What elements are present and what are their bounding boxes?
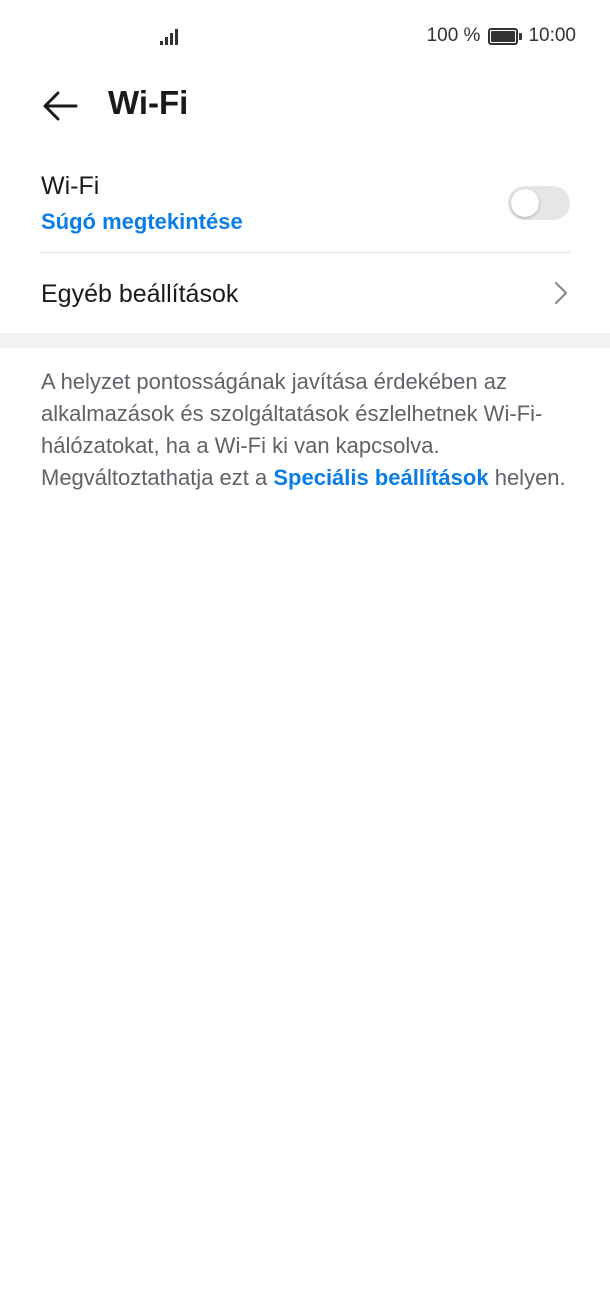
signal-icon (160, 29, 178, 45)
wifi-row: Wi-Fi Súgó megtekintése (0, 160, 610, 252)
section-gap (0, 333, 610, 348)
page-title: Wi-Fi (108, 84, 189, 121)
status-right: 100 % 10:00 (427, 24, 576, 48)
info-text-after: helyen. (488, 465, 566, 490)
info-text: A helyzet pontosságának javítása érdekéb… (41, 366, 581, 494)
battery-percent: 100 % (426, 25, 481, 46)
status-bar: 100 % 10:00 (0, 0, 610, 72)
toggle-knob (511, 189, 539, 217)
wifi-label: Wi-Fi (41, 172, 100, 200)
clock: 10:00 (528, 25, 576, 46)
other-settings-row[interactable]: Egyéb beállítások (0, 253, 610, 333)
wifi-toggle[interactable] (508, 186, 570, 220)
other-settings-label: Egyéb beállítások (41, 280, 239, 308)
battery-icon (488, 27, 523, 45)
arrow-left-icon[interactable] (40, 86, 80, 126)
header: Wi-Fi (0, 72, 610, 142)
help-link[interactable]: Súgó megtekintése (41, 209, 243, 235)
chevron-right-icon (554, 281, 568, 305)
advanced-settings-link[interactable]: Speciális beállítások (273, 465, 488, 490)
